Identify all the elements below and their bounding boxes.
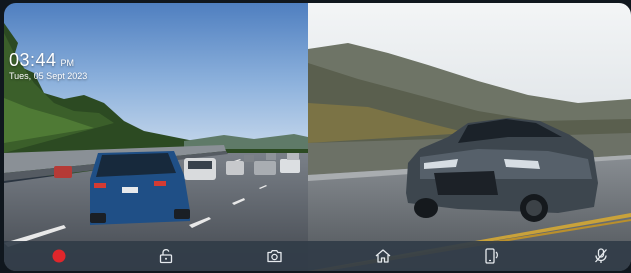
mic-mute-icon bbox=[595, 248, 607, 263]
front-camera-view[interactable] bbox=[308, 3, 631, 271]
record-icon bbox=[52, 249, 66, 263]
home-button[interactable] bbox=[363, 241, 403, 271]
car-scene-image bbox=[308, 3, 631, 271]
bottom-toolbar bbox=[4, 241, 631, 271]
road-scene-image bbox=[4, 3, 308, 271]
device-frame: 03:44 PM Tues, 05 Sept 2023 bbox=[0, 0, 631, 273]
phone-link-button[interactable] bbox=[471, 241, 511, 271]
time-period: PM bbox=[60, 58, 75, 68]
unlock-icon bbox=[159, 249, 173, 264]
rear-camera-view[interactable]: 03:44 PM Tues, 05 Sept 2023 bbox=[4, 3, 308, 271]
unlock-button[interactable] bbox=[146, 241, 186, 271]
dashcam-screen: 03:44 PM Tues, 05 Sept 2023 bbox=[4, 3, 631, 271]
camera-icon bbox=[266, 249, 282, 263]
home-icon bbox=[375, 249, 391, 263]
mic-mute-button[interactable] bbox=[581, 241, 621, 271]
date-display: Tues, 05 Sept 2023 bbox=[9, 71, 88, 81]
record-button[interactable] bbox=[39, 241, 79, 271]
time-display: 03:44 bbox=[9, 50, 57, 70]
capture-button[interactable] bbox=[254, 241, 294, 271]
phone-rotate-icon bbox=[485, 248, 498, 264]
datetime-overlay: 03:44 PM Tues, 05 Sept 2023 bbox=[9, 50, 87, 81]
